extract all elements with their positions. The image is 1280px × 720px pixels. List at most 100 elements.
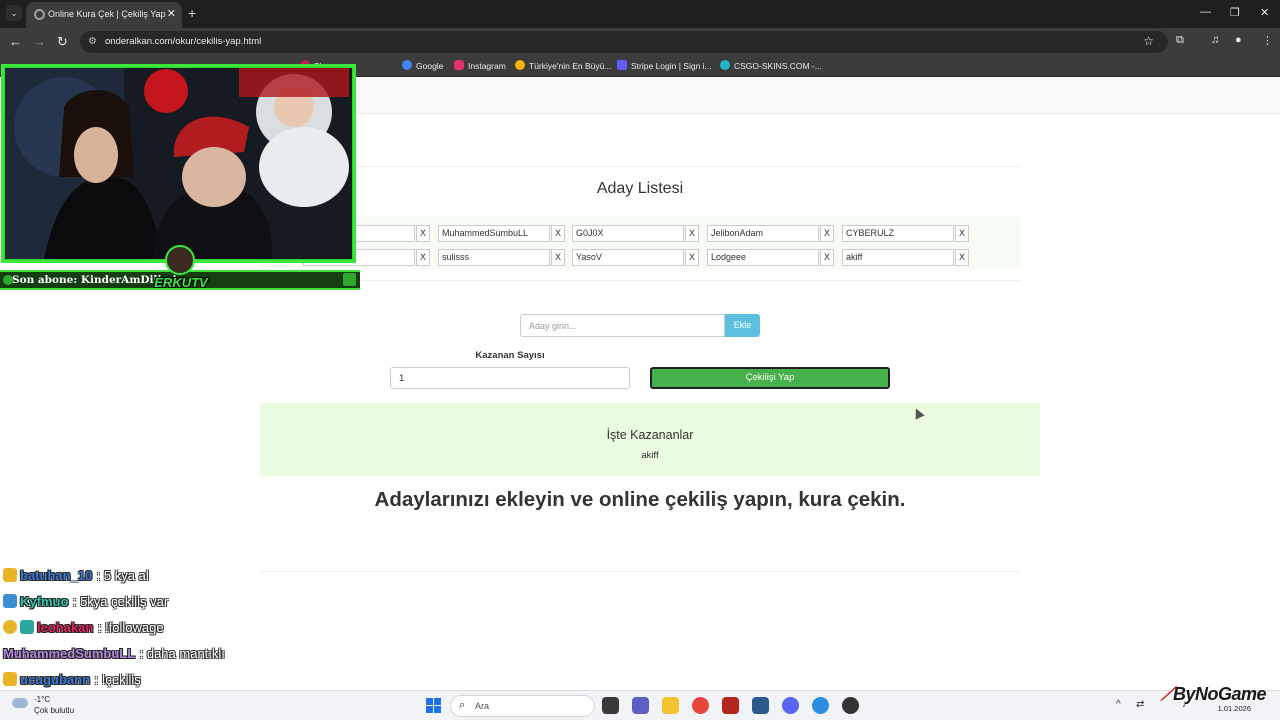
chrome-profile-icon[interactable] [812,697,829,714]
bynogame-text: ByNoGame [1172,684,1267,704]
obs-app-icon[interactable] [722,697,739,714]
chat-message: ucugubann : !çekiliş [3,671,273,689]
bookmark-label: Türkiye'nin En Büyü... [529,61,612,71]
extensions-icon[interactable]: ⧉ [1176,34,1184,47]
candidate-name: sulisss [442,252,470,262]
remove-candidate-button[interactable]: X [820,225,834,242]
candidate-name: YasoV [576,252,602,262]
candidate-field[interactable]: CYBERULZ [842,225,954,242]
candidate-name: MuhammedSumbuLL [442,228,529,238]
candidate-field[interactable]: Lodgeee [707,249,819,266]
bookmark-stripe[interactable]: Stripe Login | Sign i... [617,60,712,71]
remove-candidate-button[interactable]: X [416,249,430,266]
bookmark-csgo[interactable]: CSGO-SKINS.COM -... [720,60,822,71]
candidate-input-placeholder: Aday girin... [529,321,577,331]
media-icon[interactable]: ♫ [1211,34,1219,46]
back-button[interactable]: ← [9,34,22,50]
stripe-icon [617,60,627,70]
minimize-button[interactable]: — [1200,6,1211,18]
bookmark-label: CSGO-SKINS.COM -... [734,61,822,71]
candidate-name: CYBERULZ [846,228,895,238]
candidate-field[interactable]: MuhammedSumbuLL [438,225,550,242]
bookmark-label: Instagram [468,61,506,71]
crown-badge-icon [3,672,17,686]
bookmark-icon [515,60,525,70]
candidate-input[interactable]: Aday girin... [520,314,725,337]
candidate-field[interactable]: JelibonAdam [707,225,819,242]
chat-message: MuhammedSumbuLL : daha mantıklı [3,645,273,663]
candidate-field[interactable]: akiff [842,249,954,266]
candidate-field[interactable]: G0J0X [572,225,684,242]
remove-candidate-button[interactable]: X [416,225,430,242]
chat-text: : daha mantıklı [139,646,225,661]
streamer-avatar [165,245,195,275]
cloud-icon [12,698,28,708]
network-icon[interactable]: ⇄ [1136,699,1144,710]
bookmark-label: Stripe Login | Sign i... [631,61,712,71]
remove-candidate-button[interactable]: X [820,249,834,266]
new-tab-button[interactable]: + [188,5,196,21]
tab-title: Online Kura Çek | Çekiliş Yap [48,9,166,19]
task-view-icon[interactable] [602,697,619,714]
chat-message: batuhan_10 : 5 kya al [3,567,273,585]
reload-button[interactable]: ↻ [57,34,68,50]
remove-candidate-button[interactable]: X [955,225,969,242]
taskbar-search[interactable]: ⌕ Ara [450,695,595,717]
browser-tab[interactable]: Online Kura Çek | Çekiliş Yap ✕ [26,2,182,28]
taskbar-search-placeholder: Ara [475,701,490,711]
winner-count-label: Kazanan Sayısı [475,350,545,361]
candidate-field[interactable]: YasoV [572,249,684,266]
close-window-button[interactable]: ✕ [1260,6,1269,19]
taskbar: -1°C Çok bulutlu ⌕ Ara ^ ⇄ ♪ 1.01.2026 ⟋… [0,684,1280,720]
close-tab-icon[interactable]: ✕ [167,7,176,20]
remove-candidate-button[interactable]: X [551,249,565,266]
bookmark-instagram[interactable]: Instagram [454,60,506,71]
bookmark-star-icon[interactable]: ☆ [1143,34,1154,48]
site-info-icon[interactable]: ⚙ [88,36,97,47]
app-icon[interactable] [752,697,769,714]
remove-candidate-button[interactable]: X [955,249,969,266]
teams-icon[interactable] [632,697,649,714]
file-explorer-icon[interactable] [662,697,679,714]
remove-candidate-button[interactable]: X [685,249,699,266]
menu-icon[interactable]: ⋮ [1262,34,1273,47]
remove-candidate-button[interactable]: X [551,225,565,242]
obs-icon[interactable] [842,697,859,714]
candidate-name: JelibonAdam [711,228,764,238]
profile-icon[interactable]: ● [1235,34,1242,46]
bookmark-label: Google [416,61,444,71]
remove-candidate-button[interactable]: X [685,225,699,242]
system-date: 1.01.2026 [1217,704,1251,713]
windows-start-icon[interactable] [426,698,441,713]
coin-badge-icon [3,620,17,634]
chat-text: : 5 kya al [96,568,149,583]
add-candidate-button[interactable]: Ekle [725,314,760,337]
tab-search-button[interactable]: ⌄ [6,5,22,21]
winner-name: akiff [641,450,659,461]
chrome-icon[interactable] [692,697,709,714]
webcam-image [4,67,353,260]
restore-button[interactable]: ❐ [1230,6,1240,19]
chat-message: Kyfmuo : 5kya çekiliş var [3,593,273,611]
chat-username: Kyfmuo [20,594,69,609]
discord-icon[interactable] [782,697,799,714]
draw-button[interactable]: Çekilişi Yap [650,367,890,389]
chat-username: ucugubann [20,672,91,687]
chat-message: leohakan : !followage [3,619,273,637]
winner-count-input[interactable]: 1 [390,367,630,389]
bookmark-google[interactable]: Google [402,60,443,71]
candidate-list-title: Aday Listesi [596,180,684,197]
chat-username: MuhammedSumbuLL [3,646,136,661]
tray-chevron-icon[interactable]: ^ [1116,699,1121,710]
forward-button[interactable]: → [33,34,46,50]
webcam-overlay [1,64,356,263]
candidate-field[interactable]: sulisss [438,249,550,266]
bookmark-turkiye[interactable]: Türkiye'nin En Büyü... [515,60,611,71]
streamer-logo: ERKUTV [153,245,209,297]
address-bar[interactable]: ⚙ onderalkan.com/okur/cekilis-yap.html ☆ [80,31,1168,53]
url-text: onderalkan.com/okur/cekilis-yap.html [105,36,262,47]
browser-toolbar: ← → ↻ ⚙ onderalkan.com/okur/cekilis-yap.… [0,28,1280,56]
csgo-icon [720,60,730,70]
sword-badge-icon [3,594,17,608]
chat-username: leohakan [37,620,94,635]
